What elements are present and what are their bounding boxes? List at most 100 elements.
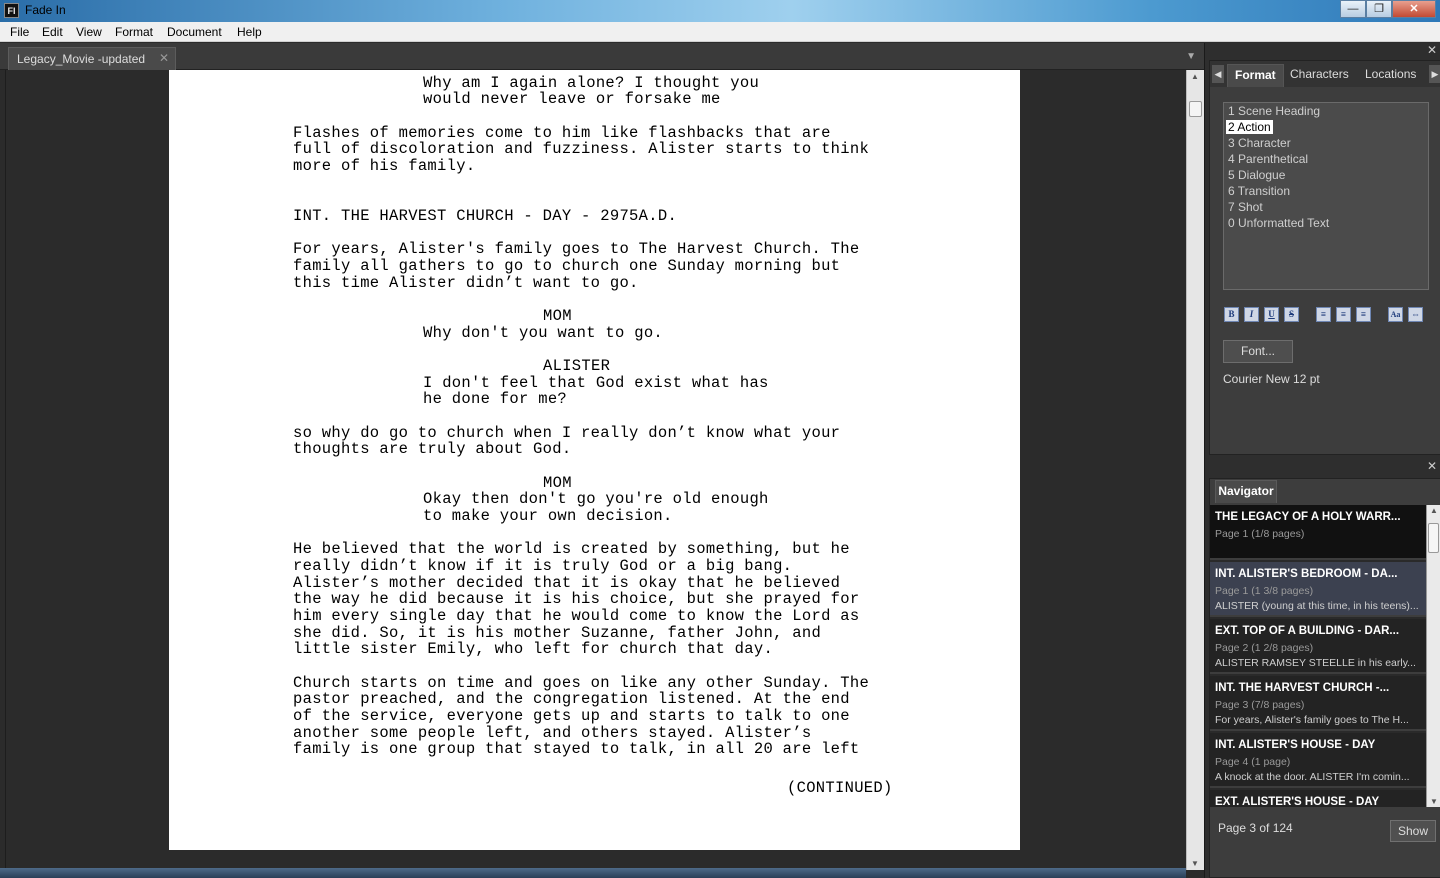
action-line: little sister Emily, who left for church… [293,640,774,658]
tab-format[interactable]: Format [1227,64,1284,87]
navigator-list[interactable]: THE LEGACY OF A HOLY WARR... Page 1 (1/8… [1210,505,1426,807]
close-icon[interactable]: ✕ [1427,43,1437,57]
action-line: He believed that the world is created by… [293,540,850,558]
dialogue-line: he done for me? [423,390,568,408]
action-line: him every single day that he would come … [293,607,860,625]
element-type-list[interactable]: 1 Scene Heading 2 Action 3 Character 4 P… [1223,102,1429,290]
taskbar [0,868,1186,878]
tab-navigator[interactable]: Navigator [1215,480,1277,503]
scroll-thumb[interactable] [1428,523,1439,553]
dialogue-line: Why don't you want to go. [423,324,664,342]
character-name: ALISTER [543,357,611,375]
element-scene-heading[interactable]: 1 Scene Heading [1226,104,1322,118]
font-button[interactable]: Font... [1223,340,1293,363]
action-line: pastor preached, and the congregation li… [293,690,850,708]
scene-title: INT. THE HARVEST CHURCH -... [1215,682,1390,694]
action-line: of the service, everyone gets up and sta… [293,707,850,725]
minimize-button[interactable]: — [1340,0,1366,18]
continued-marker: (CONTINUED) [787,779,893,797]
element-shot[interactable]: 7 Shot [1226,200,1265,214]
menu-edit[interactable]: Edit [42,25,63,39]
dialogue-line: Okay then don't go you're old enough [423,490,769,508]
dialogue-line: would never leave or forsake me [423,90,721,108]
element-dialogue[interactable]: 5 Dialogue [1226,168,1287,182]
scene-title: EXT. TOP OF A BUILDING - DAR... [1215,625,1400,637]
menu-help[interactable]: Help [237,25,262,39]
scroll-up-icon[interactable]: ▲ [1430,506,1438,515]
menu-document[interactable]: Document [167,25,222,39]
scene-pages: Page 1 (1/8 pages) [1215,528,1305,540]
navigator-item[interactable]: INT. ALISTER'S BEDROOM - DA... Page 1 (1… [1210,562,1426,617]
scene-pages: Page 4 (1 page) [1215,756,1291,768]
scroll-down-icon[interactable]: ▼ [1430,797,1438,806]
scroll-up-icon[interactable]: ▲ [1191,72,1199,81]
scene-snippet: ALISTER RAMSEY STEELLE in his early... [1215,657,1416,669]
action-line: full of discoloration and fuzziness. Ali… [293,140,870,158]
scene-pages: Page 2 (1 2/8 pages) [1215,642,1314,654]
chevron-right-icon[interactable]: ▶ [1429,65,1440,83]
align-left-button[interactable]: ≡ [1316,307,1331,322]
scene-title: INT. ALISTER'S BEDROOM - DA... [1215,568,1398,580]
scene-title: INT. ALISTER'S HOUSE - DAY [1215,739,1376,751]
character-name: MOM [543,307,572,325]
format-panel-tabs: ◀ Format Characters Locations ▶ [1210,61,1440,87]
action-line: really didn’t know if it is truly God or… [293,557,793,575]
script-page[interactable]: Why am I again alone? I thought you woul… [169,70,1020,850]
bold-button[interactable]: B [1224,307,1239,322]
font-info: Courier New 12 pt [1223,372,1320,386]
element-parenthetical[interactable]: 4 Parenthetical [1226,152,1310,166]
dialogue-line: to make your own decision. [423,507,673,525]
action-line: For years, Alister's family goes to The … [293,240,860,258]
navigator-panel: Navigator THE LEGACY OF A HOLY WARR... P… [1209,478,1440,878]
action-line: family is one group that stayed to talk,… [293,740,860,758]
title-bar: FI Fade In — ❐ ✕ [0,0,1440,22]
document-tab-strip: Legacy_Movie -updated ✕ ▼ [0,43,1204,70]
format-panel: ◀ Format Characters Locations ▶ 1 Scene … [1209,60,1440,455]
navigator-item[interactable]: THE LEGACY OF A HOLY WARR... Page 1 (1/8… [1210,505,1426,560]
navigator-item[interactable]: INT. THE HARVEST CHURCH -... Page 3 (7/8… [1210,676,1426,731]
menu-view[interactable]: View [76,25,102,39]
tab-characters[interactable]: Characters [1290,67,1349,81]
menu-format[interactable]: Format [115,25,153,39]
editor-scrollbar[interactable]: ▲ ▼ [1186,70,1204,870]
tab-locations[interactable]: Locations [1365,67,1416,81]
action-line: more of his family. [293,157,476,175]
window-title: Fade In [25,3,66,17]
align-center-button[interactable]: ≡ [1336,307,1351,322]
scene-pages: Page 3 (7/8 pages) [1215,699,1305,711]
close-icon[interactable]: ✕ [1427,459,1437,473]
element-transition[interactable]: 6 Transition [1226,184,1292,198]
show-button[interactable]: Show [1390,820,1436,842]
dual-dialogue-button[interactable]: ⇔ [1408,307,1423,322]
menu-file[interactable]: File [10,25,29,39]
action-line: this time Alister didn’t want to go. [293,274,639,292]
action-line: thoughts are truly about God. [293,440,572,458]
action-line: family all gathers to go to church one S… [293,257,841,275]
scroll-down-icon[interactable]: ▼ [1191,859,1199,868]
scene-title: THE LEGACY OF A HOLY WARR... [1215,511,1401,523]
app-icon: FI [4,3,19,18]
script-editor: Why am I again alone? I thought you woul… [0,70,1186,878]
element-action[interactable]: 2 Action [1226,120,1273,134]
navigator-scrollbar[interactable]: ▲ ▼ [1426,505,1440,807]
scroll-thumb[interactable] [1189,101,1202,117]
style-toolbar: B I U S ≡ ≡ ≡ Aa ⇔ [1210,307,1440,323]
scene-title: EXT. ALISTER'S HOUSE - DAY [1215,796,1380,807]
chevron-left-icon[interactable]: ◀ [1212,65,1224,83]
navigator-item[interactable]: INT. ALISTER'S HOUSE - DAY Page 4 (1 pag… [1210,733,1426,788]
navigator-item[interactable]: EXT. ALISTER'S HOUSE - DAY [1210,790,1426,807]
close-button[interactable]: ✕ [1392,0,1436,18]
document-tab-label: Legacy_Movie -updated [17,52,146,66]
element-unformatted-text[interactable]: 0 Unformatted Text [1226,216,1331,230]
change-case-button[interactable]: Aa [1388,307,1403,322]
close-icon[interactable]: ✕ [159,51,169,65]
italic-button[interactable]: I [1244,307,1259,322]
element-character[interactable]: 3 Character [1226,136,1293,150]
underline-button[interactable]: U [1264,307,1279,322]
strikethrough-button[interactable]: S [1284,307,1299,322]
document-tab[interactable]: Legacy_Movie -updated ✕ [8,47,176,70]
maximize-button[interactable]: ❐ [1366,0,1392,18]
navigator-item[interactable]: EXT. TOP OF A BUILDING - DAR... Page 2 (… [1210,619,1426,674]
align-right-button[interactable]: ≡ [1356,307,1371,322]
chevron-down-icon[interactable]: ▼ [1186,51,1196,62]
